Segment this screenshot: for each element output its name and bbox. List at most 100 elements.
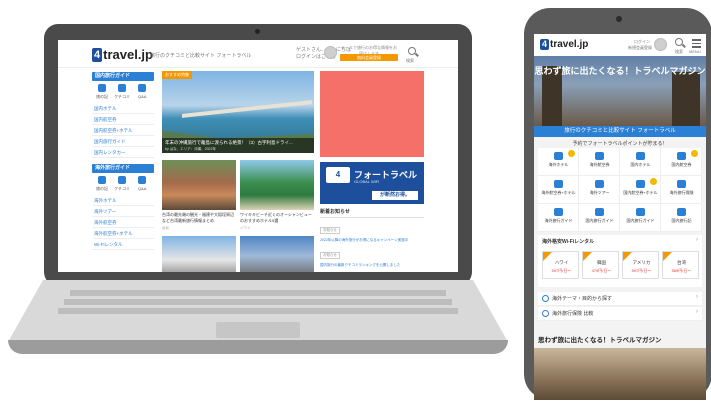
phone-screen: 4 travel.jp ログイン 新規会員登録 検索 MENU 思わず旅に出たく… xyxy=(534,34,706,400)
theme-search-row[interactable]: 海外テーマ・目的から探す › xyxy=(538,292,702,306)
hotel-icon xyxy=(554,152,563,160)
country-card[interactable]: アメリカ 597円/日〜 xyxy=(622,251,659,279)
review-label: クチコミ xyxy=(114,186,130,191)
sidebar-item-domestic-hotel[interactable]: 国内ホテル xyxy=(92,103,154,114)
site-tagline: 旅行のクチコミと比較サイト フォートラベル xyxy=(150,53,252,59)
service-domestic-hotel[interactable]: 国内ホテル xyxy=(620,148,661,176)
suitcase-icon xyxy=(595,180,604,188)
magazine-image[interactable] xyxy=(534,348,706,400)
service-label: 海外ホテル xyxy=(548,162,569,167)
trackpad xyxy=(216,322,300,338)
sidebar-item-overseas-air[interactable]: 海外航空券 xyxy=(92,217,154,228)
hero-caption-meta: by はな、エリア：沖縄、2022年 xyxy=(165,147,216,151)
sidebar-item-domestic-guide[interactable]: 国内旅行ガイド xyxy=(92,136,154,147)
mobile-hero[interactable]: 思わず旅に出たくなる！トラベルマガジン xyxy=(534,56,706,126)
ad-placeholder[interactable] xyxy=(320,71,424,157)
airplane-icon xyxy=(677,152,686,160)
service-overseas-air-hotel[interactable]: 海外航空券+ホテル xyxy=(538,176,579,204)
points-badge-icon xyxy=(691,150,698,157)
desktop-logo[interactable]: 4 travel.jp xyxy=(92,47,153,62)
sidebar-item-domestic-air-hotel[interactable]: 国内航空券+ホテル xyxy=(92,125,154,136)
card-image-tower[interactable] xyxy=(240,236,314,272)
news-box: 新着お知らせ お知らせ 2022年以降の海外旅行がお得になるキャンペーン実施中 … xyxy=(320,208,424,268)
travelogue-icon[interactable] xyxy=(98,176,106,184)
search-icon[interactable] xyxy=(408,47,416,55)
sidebar-item-overseas-air-hotel[interactable]: 海外航空券+ホテル xyxy=(92,228,154,239)
question-icon[interactable] xyxy=(138,176,146,184)
service-overseas-tour[interactable]: 海外ツアー xyxy=(579,176,620,204)
country-card[interactable]: ハワイ 597円/日〜 xyxy=(542,251,579,279)
service-insurance[interactable]: 海外旅行保険 xyxy=(661,176,702,204)
qa-label: Q&A xyxy=(138,94,147,99)
service-label: 国内航空券+ホテル xyxy=(623,190,658,195)
mobile-logo[interactable]: 4 travel.jp xyxy=(540,39,588,50)
country-card[interactable]: 韓国 479円/日〜 xyxy=(582,251,619,279)
country-name: アメリカ xyxy=(632,260,651,265)
hero-caption[interactable]: 年末の沖縄旅行で離島に渡られる絶景！（3）古宇利島ドライ... by はな、エリ… xyxy=(162,138,314,153)
search-icon[interactable] xyxy=(675,38,683,46)
card-image-taiwan[interactable] xyxy=(162,160,236,210)
register-button[interactable]: 無料会員登録 xyxy=(340,54,398,61)
card-image-city[interactable] xyxy=(162,236,236,272)
service-overseas-guide[interactable]: 海外旅行ガイド xyxy=(538,204,579,232)
menu-icon[interactable] xyxy=(692,39,701,48)
avatar[interactable] xyxy=(654,38,667,51)
service-label: 海外旅行保険 xyxy=(669,190,694,195)
sidebar-item-wifi[interactable]: Wi-Fiレンタル xyxy=(92,239,154,250)
review-icon[interactable] xyxy=(118,176,126,184)
card-title[interactable]: ワイキキビーチ近くのオーシャンビューのおすすめホテル5選 xyxy=(240,212,314,224)
service-label: 海外ツアー xyxy=(589,190,610,195)
phone-camera xyxy=(616,16,622,22)
travelogue-icon[interactable] xyxy=(98,84,106,92)
service-overseas-air[interactable]: 海外航空券 xyxy=(579,148,620,176)
row-label: 海外旅行保険 比較 xyxy=(552,311,594,317)
domestic-guide-header[interactable]: 国内旅行ガイド xyxy=(92,72,154,81)
country-name: 韓国 xyxy=(597,260,606,265)
chevron-right-icon: › xyxy=(696,294,698,300)
row-label: 海外テーマ・目的から探す xyxy=(552,296,613,302)
card-image-hawaii[interactable] xyxy=(240,160,314,210)
country-card[interactable]: 台湾 569円/日〜 xyxy=(662,251,699,279)
sidebar-item-overseas-hotel[interactable]: 海外ホテル xyxy=(92,195,154,206)
news-tag: お知らせ xyxy=(320,252,340,259)
wifi-banner[interactable]: 4 フォートラベル GLOBAL WIFI が断然お得。 xyxy=(320,162,424,204)
avatar[interactable] xyxy=(324,46,337,59)
service-label: 国内旅行ガイド xyxy=(585,218,614,223)
card-title[interactable]: 台湾の最先端の観光・福建や大稲埕周辺など台湾最新旅行情報まとめ xyxy=(162,212,236,224)
overseas-guide-header[interactable]: 海外旅行ガイド xyxy=(92,164,154,173)
card-meta: 台北 xyxy=(162,226,169,230)
wifi-heading[interactable]: 海外格安Wi-Fiレンタル xyxy=(542,238,594,245)
sidebar-item-overseas-tour[interactable]: 海外ツアー xyxy=(92,206,154,217)
laptop-camera xyxy=(255,29,260,34)
mobile-register-link[interactable]: 新規会員登録 xyxy=(628,45,652,51)
question-icon[interactable] xyxy=(138,84,146,92)
service-label: 国内ホテル xyxy=(630,162,651,167)
banner-cta: が断然お得。 xyxy=(372,191,418,200)
service-domestic-guide-2[interactable]: 国内旅行ガイド xyxy=(620,204,661,232)
service-travelogue[interactable]: 国内旅行記 xyxy=(661,204,702,232)
bridge-shape xyxy=(182,100,312,118)
chevron-right-icon[interactable]: › xyxy=(696,237,698,243)
news-item[interactable]: 国内旅行の最新クチコミランキングを公開しました xyxy=(320,263,424,268)
point-notice: 予約でフォートラベルポイントが貯まる！ xyxy=(572,141,668,147)
sidebar-item-rental-car[interactable]: 国内レンタカー xyxy=(92,147,154,158)
building-shape xyxy=(672,72,700,126)
service-label: 海外航空券+ホテル xyxy=(541,190,576,195)
review-icon[interactable] xyxy=(118,84,126,92)
laptop-screen: 4 travel.jp 旅行のクチコミと比較サイト フォートラベル ゲストさん、… xyxy=(58,40,458,272)
airplane-icon xyxy=(595,152,604,160)
hotel-icon xyxy=(636,152,645,160)
country-price: 569円/日〜 xyxy=(671,268,692,273)
overseas-icon-row: 旅の記 クチコミ Q&A xyxy=(92,173,154,195)
news-heading: 新着お知らせ xyxy=(320,208,424,218)
logo-mark: 4 xyxy=(92,47,103,62)
banner-subtitle: GLOBAL WIFI xyxy=(354,179,380,184)
sidebar-item-domestic-air[interactable]: 国内航空券 xyxy=(92,114,154,125)
insurance-compare-row[interactable]: 海外旅行保険 比較 › xyxy=(538,307,702,321)
service-grid: 海外ホテル 海外航空券 国内ホテル 国内航空券 海外航空券+ホテル 海外ツアー … xyxy=(538,148,702,232)
service-domestic-guide[interactable]: 国内旅行ガイド xyxy=(579,204,620,232)
service-label: 海外旅行ガイド xyxy=(544,218,573,223)
pen-icon xyxy=(677,208,686,216)
book-icon xyxy=(636,208,645,216)
news-item[interactable]: 2022年以降の海外旅行がお得になるキャンペーン実施中 xyxy=(320,238,424,243)
